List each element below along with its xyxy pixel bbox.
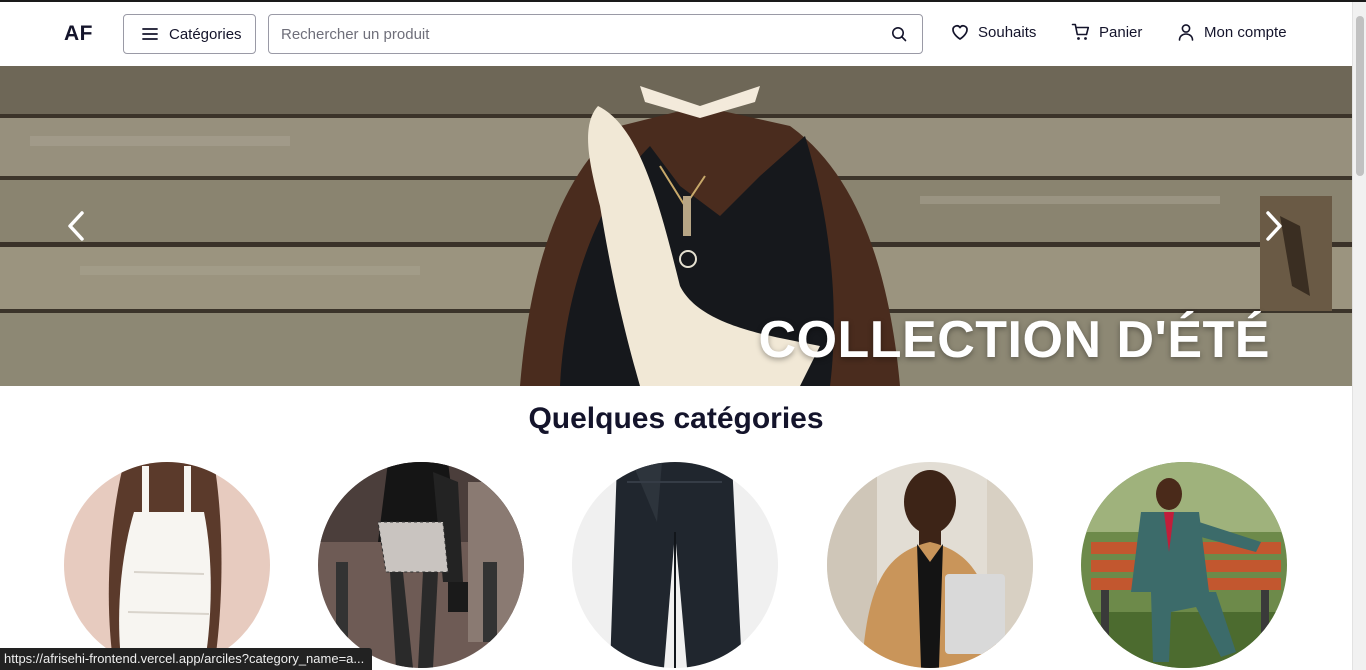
categories-button[interactable]: Catégories — [123, 14, 256, 54]
site-header: AF Catégories Souhaits Panier Mon compte — [0, 2, 1352, 66]
account-label: Mon compte — [1204, 23, 1287, 41]
wishlist-label: Souhaits — [978, 23, 1037, 41]
user-icon — [1178, 24, 1194, 41]
wishlist-link[interactable]: Souhaits — [950, 22, 1036, 42]
chevron-left-icon — [68, 211, 84, 241]
chevron-right-icon — [1266, 211, 1282, 241]
category-dark-jeans[interactable] — [572, 462, 778, 668]
status-bar-url: https://afrisehi-frontend.vercel.app/arc… — [0, 648, 373, 670]
scrollbar-thumb[interactable] — [1356, 16, 1364, 176]
category-tweed-skirt[interactable] — [318, 462, 524, 668]
search-bar — [268, 14, 923, 54]
camel-coat-man-image — [827, 462, 1033, 668]
hero-title: COLLECTION D'ÉTÉ — [758, 311, 1270, 369]
cart-icon — [1071, 23, 1090, 40]
heart-icon — [952, 25, 968, 40]
white-dress-image — [64, 462, 270, 668]
page-scrollbar[interactable] — [1352, 2, 1366, 670]
suit-man-bench-image — [1081, 462, 1287, 668]
categories-label: Catégories — [169, 25, 242, 43]
cart-label: Panier — [1099, 23, 1143, 41]
dark-jeans-image — [572, 462, 778, 668]
tweed-skirt-image — [318, 462, 524, 668]
menu-icon — [142, 28, 158, 40]
carousel-next-button[interactable] — [1260, 206, 1288, 246]
section-title: Quelques catégories — [528, 402, 824, 435]
hero-banner: COLLECTION D'ÉTÉ — [0, 66, 1352, 386]
category-camel-coat[interactable] — [827, 462, 1033, 668]
category-white-dress[interactable] — [64, 462, 270, 668]
search-input[interactable] — [269, 15, 891, 53]
search-icon[interactable] — [891, 26, 907, 42]
carousel-prev-button[interactable] — [62, 206, 90, 246]
logo[interactable]: AF — [64, 22, 93, 46]
category-suit[interactable] — [1081, 462, 1287, 668]
account-link[interactable]: Mon compte — [1176, 22, 1287, 42]
cart-link[interactable]: Panier — [1071, 22, 1142, 42]
